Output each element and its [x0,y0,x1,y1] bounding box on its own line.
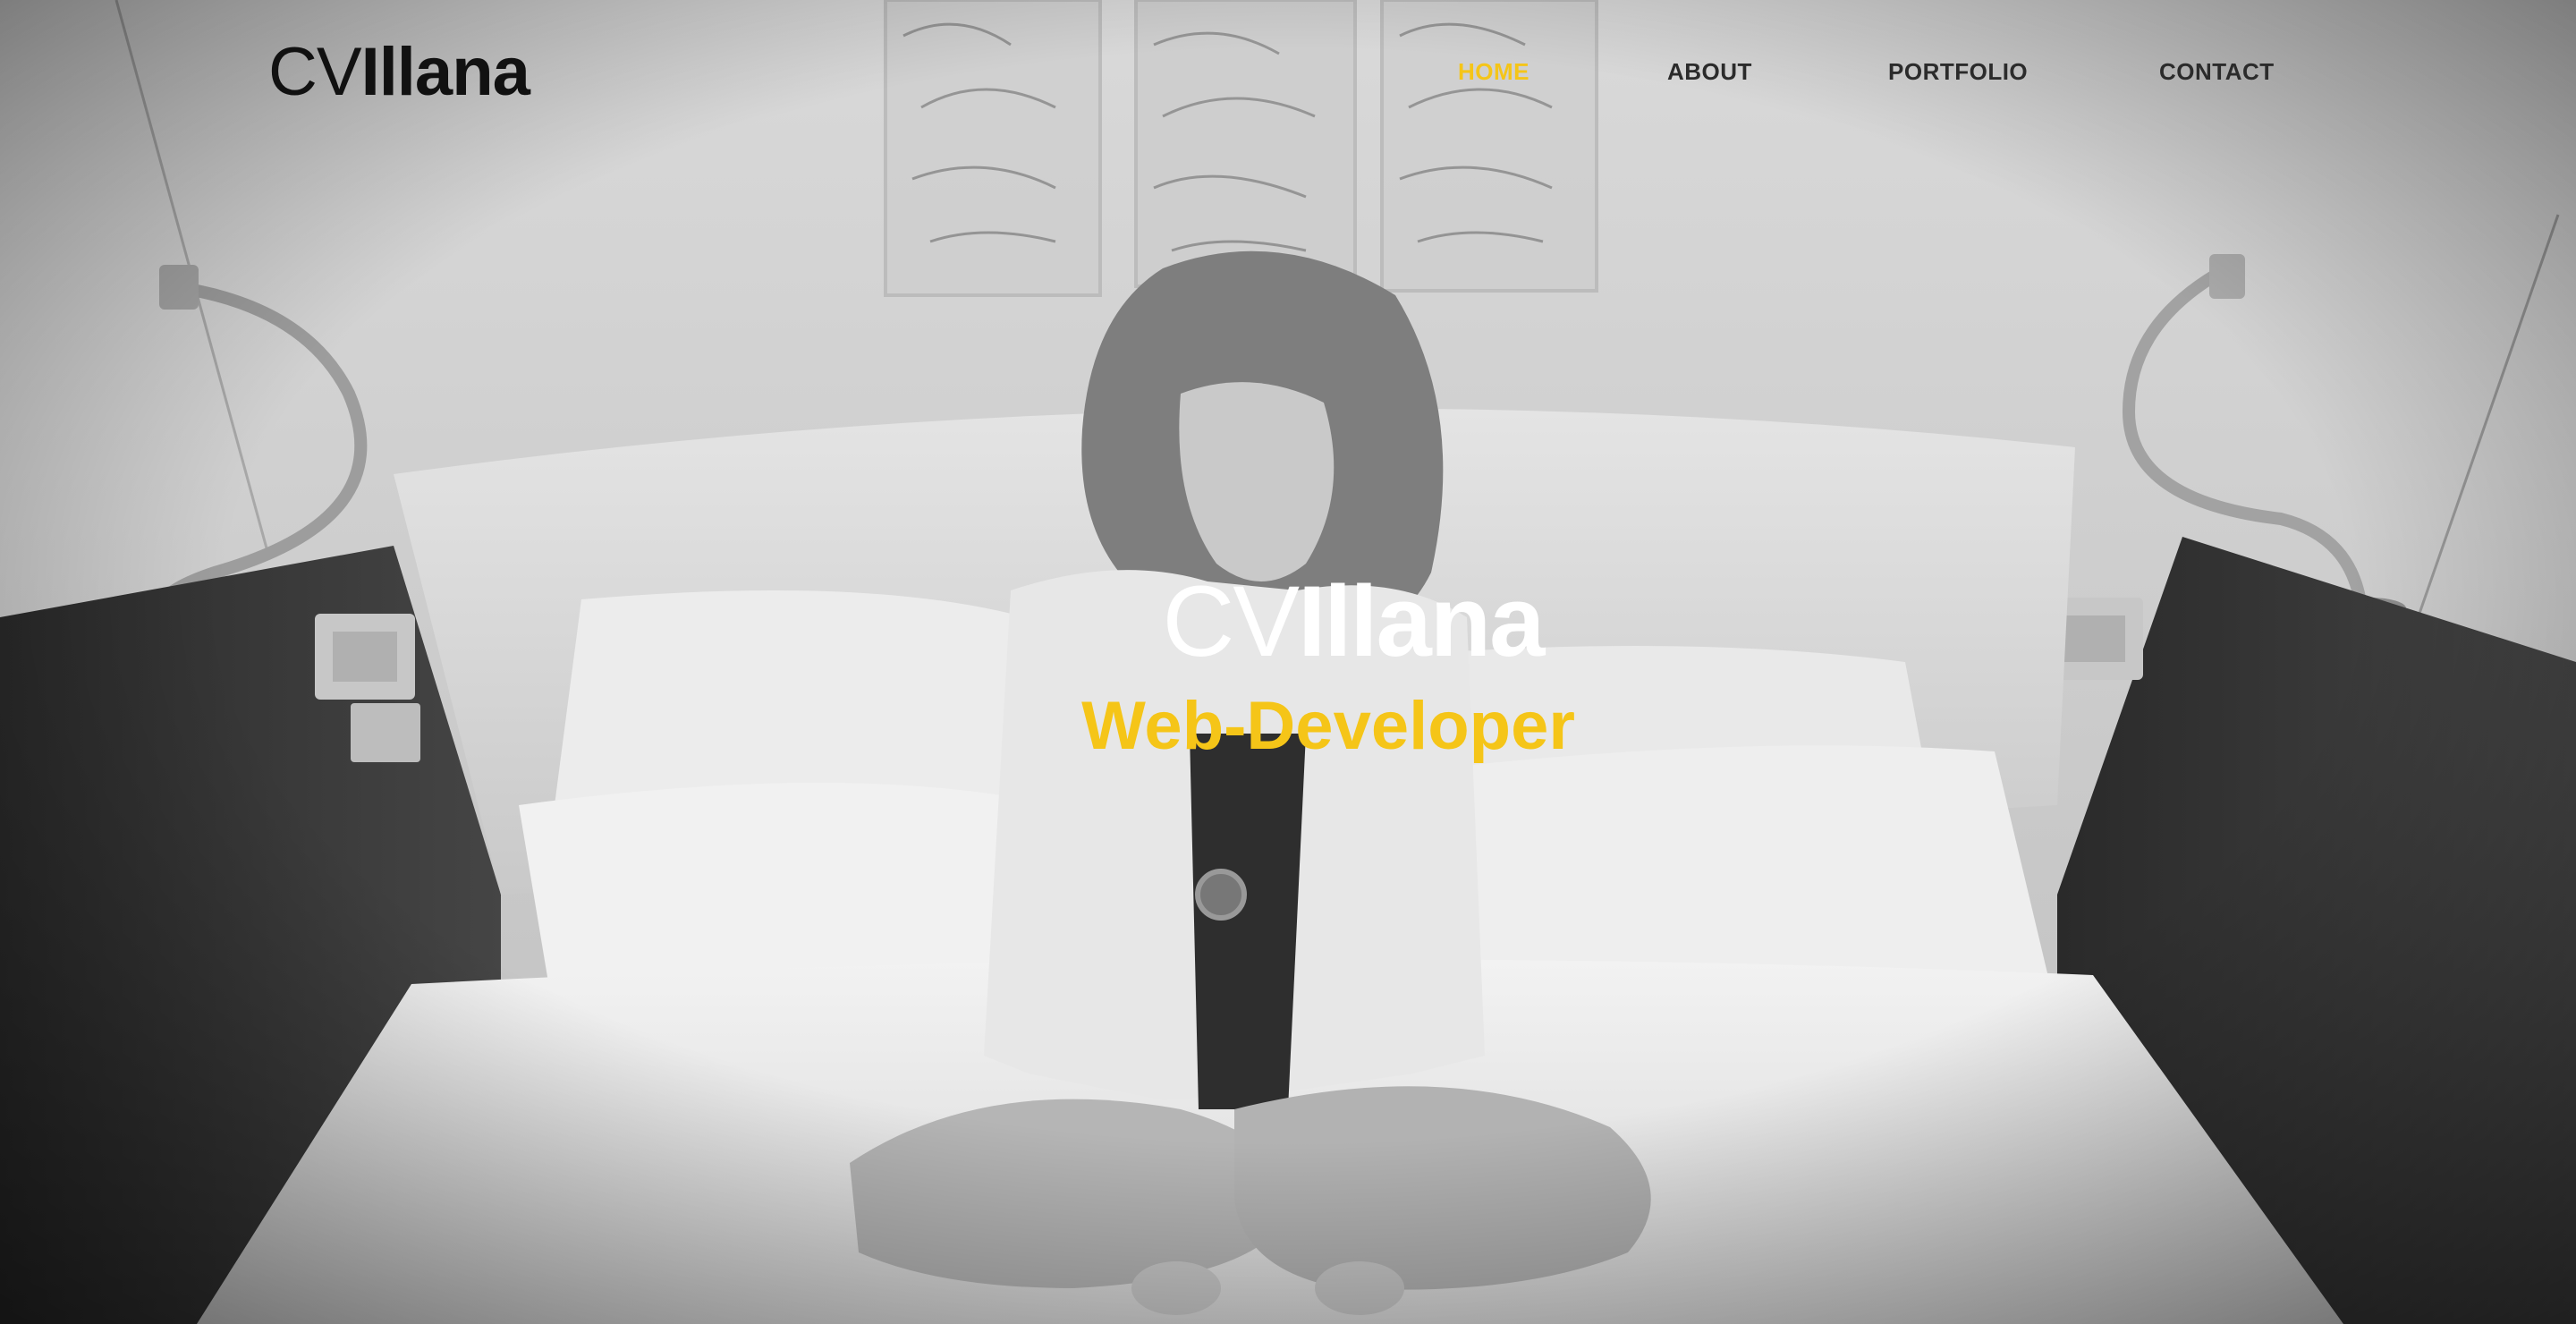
nav-link-portfolio[interactable]: PORTFOLIO [1888,55,2028,88]
top-navigation: CVIllana HOME ABOUT PORTFOLIO CONTACT [0,0,2576,143]
hero-section: CVIllana HOME ABOUT PORTFOLIO CONTACT CV… [0,0,2576,1324]
nav-link-contact[interactable]: CONTACT [2159,55,2275,88]
hero-subtitle: Web-Developer [1081,688,1575,764]
hero-title: CVIllana [0,564,2576,680]
hero-title-prefix: CV [1162,565,1301,677]
nav-link-home[interactable]: HOME [1458,55,1530,88]
main-menu: HOME ABOUT PORTFOLIO CONTACT [0,55,2576,91]
nav-link-about[interactable]: ABOUT [1667,55,1752,88]
hero-title-name: Illana [1298,565,1545,677]
